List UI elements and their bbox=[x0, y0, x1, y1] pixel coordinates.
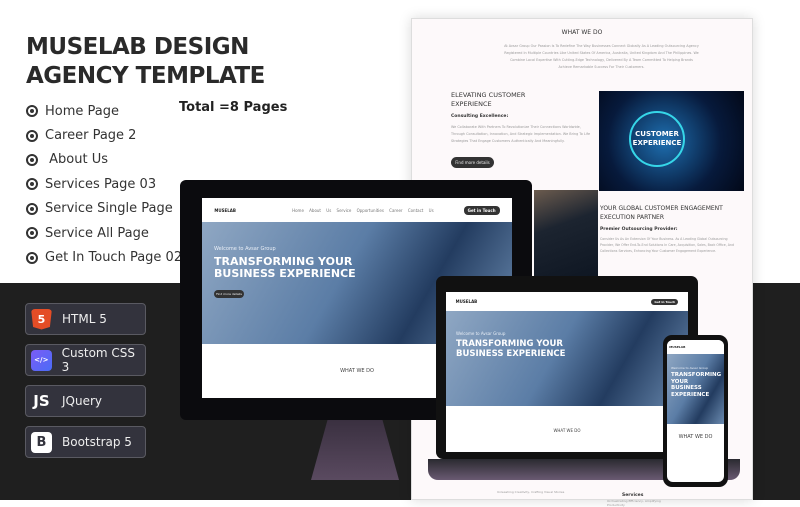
html5-icon: 5 bbox=[31, 308, 52, 330]
tech-list: 5 HTML 5 </> Custom CSS 3 JS JQuery B Bootst… bbox=[25, 303, 146, 467]
section-subtitle: Premier Outsourcing Provider: bbox=[600, 227, 678, 232]
hero-welcome: Welcome to Avsar Group bbox=[214, 246, 276, 252]
list-item: Get In Touch Page 02 bbox=[26, 245, 182, 269]
cta-button[interactable]: Get in Touch bbox=[651, 298, 679, 305]
site-logo: MUSELAB bbox=[214, 207, 236, 213]
hero-headline: TRANSFORMING YOUR BUSINESS EXPERIENCE bbox=[214, 255, 356, 280]
list-item-label: Service Single Page bbox=[45, 201, 173, 217]
list-item: Service All Page bbox=[26, 221, 182, 245]
bullet-icon bbox=[26, 153, 38, 166]
list-item: Service Single Page bbox=[26, 197, 182, 221]
cta-button[interactable]: Get in Touch bbox=[463, 205, 500, 215]
business-man-image bbox=[534, 190, 598, 278]
hero: Welcome to Avsar Group TRANSFORMING YOUR… bbox=[446, 311, 688, 407]
what-we-do-heading: WHAT WE DO bbox=[561, 29, 603, 36]
tech-label: JQuery bbox=[62, 394, 103, 408]
phone-screen: MUSELAB Welcome to Avsar Group TRANSFORM… bbox=[667, 340, 724, 482]
list-item-label: About Us bbox=[45, 152, 108, 168]
customer-experience-image: CUSTOMER EXPERIENCE bbox=[599, 91, 744, 191]
bullet-icon bbox=[26, 129, 38, 142]
js-icon: JS bbox=[33, 392, 50, 410]
hero-welcome: Welcome to Avsar Group bbox=[671, 366, 709, 370]
image-caption: CUSTOMER EXPERIENCE bbox=[629, 111, 685, 167]
site-logo: MUSELAB bbox=[455, 299, 478, 305]
section-text: We Collaborate With Partners To Revoluti… bbox=[451, 125, 591, 143]
bullet-icon bbox=[26, 227, 38, 240]
tech-label: Custom CSS 3 bbox=[61, 346, 136, 374]
tech-badge-css: </> Custom CSS 3 bbox=[25, 344, 146, 376]
total-pages: Total =8 Pages bbox=[179, 100, 288, 115]
tech-badge-bootstrap: B Bootstrap 5 bbox=[25, 426, 146, 458]
section-title: ELEVATING CUSTOMER EXPERIENCE bbox=[451, 91, 526, 108]
laptop-screen: MUSELAB Get in Touch Welcome to Avsar Gro… bbox=[446, 292, 688, 452]
phone-mockup: MUSELAB Welcome to Avsar Group TRANSFORM… bbox=[663, 335, 728, 487]
list-item: Services Page 03 bbox=[26, 172, 182, 196]
hero-headline: TRANSFORMING YOUR BUSINESS EXPERIENCE bbox=[456, 339, 566, 360]
section-text: Consider Us As An Extension Of Your Busi… bbox=[600, 237, 734, 253]
bullet-icon bbox=[26, 251, 38, 264]
nav-links[interactable]: Home About Us Service Opportunities Care… bbox=[292, 208, 434, 213]
list-item-label: Get In Touch Page 02 bbox=[45, 250, 183, 266]
hero-button[interactable]: Find more details bbox=[214, 290, 244, 298]
list-item-label: Home Page bbox=[45, 103, 119, 119]
what-we-do-heading: WHAT WE DO bbox=[553, 428, 581, 434]
site-nav: MUSELAB Get in Touch bbox=[446, 292, 688, 312]
laptop-mockup: MUSELAB Get in Touch Welcome to Avsar Gro… bbox=[436, 276, 698, 459]
page-title: MUSELAB DESIGN AGENCY TEMPLATE bbox=[26, 34, 265, 89]
tech-label: HTML 5 bbox=[62, 312, 107, 326]
what-we-do-heading: WHAT WE DO bbox=[678, 434, 713, 440]
hero-welcome: Welcome to Avsar Group bbox=[456, 331, 506, 337]
services-text: Orchestrating Efficiency, Amplifying Pro… bbox=[607, 499, 661, 507]
list-item-label: Career Page 2 bbox=[45, 128, 137, 144]
find-more-button[interactable]: Find more details bbox=[451, 157, 494, 168]
hero: Welcome to Avsar Group TRANSFORMING YOUR… bbox=[667, 354, 724, 424]
list-item: Home Page bbox=[26, 99, 182, 123]
services-heading: Services bbox=[622, 493, 644, 498]
list-item-label: Service All Page bbox=[45, 225, 149, 241]
site-nav: MUSELAB Home About Us Service Opportuniti… bbox=[202, 198, 512, 222]
section-subtitle: Consulting Excellence: bbox=[451, 114, 509, 119]
tech-badge-html: 5 HTML 5 bbox=[25, 303, 146, 335]
tech-badge-jquery: JS JQuery bbox=[25, 385, 146, 417]
list-item: Career Page 2 bbox=[26, 123, 182, 147]
intro-text: At Avsar Group Our Passion Is To Redefin… bbox=[504, 44, 699, 69]
section-title: YOUR GLOBAL CUSTOMER ENGAGEMENT EXECUTIO… bbox=[600, 205, 723, 221]
page-list: Home Page Career Page 2 About Us Service… bbox=[26, 99, 182, 270]
list-item: About Us bbox=[26, 148, 182, 172]
bullet-icon bbox=[26, 178, 38, 191]
hero-headline: TRANSFORMING YOUR BUSINESS EXPERIENCE bbox=[671, 372, 722, 398]
tech-label: Bootstrap 5 bbox=[62, 435, 132, 449]
bullet-icon bbox=[26, 202, 38, 215]
list-item-label: Services Page 03 bbox=[45, 176, 157, 192]
site-logo: MUSELAB bbox=[667, 340, 724, 354]
creativity-text: Unleashing Creativity, Crafting Visual S… bbox=[497, 490, 565, 494]
bullet-icon bbox=[26, 105, 38, 118]
bootstrap-icon: B bbox=[31, 431, 52, 453]
code-icon: </> bbox=[31, 349, 52, 371]
